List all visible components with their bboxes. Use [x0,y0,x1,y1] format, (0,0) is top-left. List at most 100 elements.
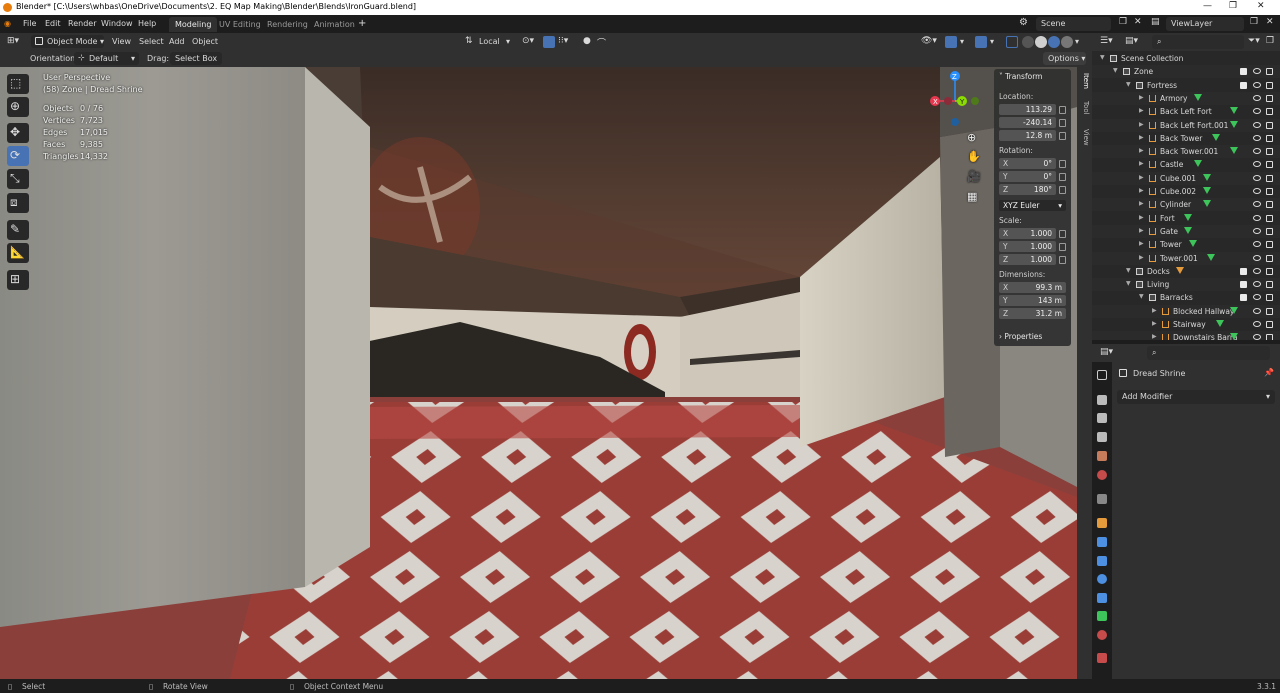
select-box-tool[interactable]: ⬚ [7,74,29,94]
delete-scene-icon[interactable]: ✕ [1134,17,1142,27]
pivot-dropdown[interactable]: Local [479,37,500,46]
add-modifier-dropdown[interactable]: Add Modifier ▾ [1117,390,1275,404]
exclude-checkbox[interactable] [1240,294,1247,302]
viewlayer-selector[interactable]: ViewLayer [1166,17,1244,31]
eye-icon[interactable] [1253,201,1261,208]
menu-select[interactable]: Select [139,37,164,46]
render-properties-icon[interactable] [1097,395,1107,405]
editor-type-icon[interactable]: ⊞▾ [7,36,19,46]
scene-properties-icon[interactable] [1097,451,1107,461]
filter-icon[interactable]: ⏷▾ [1248,36,1260,46]
lock-icon[interactable] [1059,132,1066,140]
eye-icon[interactable] [1253,214,1261,221]
expand-arrow-icon[interactable]: ▼ [1126,280,1131,287]
render-camera-icon[interactable] [1266,227,1273,235]
location-z-field[interactable]: 12.8 m [999,130,1056,141]
scale-x-field[interactable]: X 1.000 [999,228,1056,239]
object-properties-icon[interactable] [1097,518,1107,528]
menu-file[interactable]: File [23,19,36,28]
properties-search-input[interactable]: ⌕ [1147,346,1270,360]
pivot-point-icon[interactable]: ⊙▾ [522,36,534,46]
lock-icon[interactable] [1059,230,1066,238]
measure-tool[interactable]: 📐 [7,243,29,263]
chevron-down-icon[interactable]: ▾ [990,37,994,46]
outliner-row[interactable]: ▶ Back Left Fort [1092,105,1280,118]
snap-target-icon[interactable]: ⁝⁝▾ [558,36,568,46]
outliner-row[interactable]: ▼ Scene Collection [1092,52,1280,65]
expand-arrow-icon[interactable]: ▼ [1126,267,1131,274]
outliner-row[interactable]: ▶ Tower.001 [1092,251,1280,265]
tool-properties-icon[interactable] [1097,370,1107,380]
rendered-shading-icon[interactable] [1061,36,1073,48]
expand-arrow-icon[interactable]: ▶ [1139,107,1144,114]
orientation-dropdown[interactable]: ⊹ Default ▾ [74,52,139,65]
tab-view[interactable]: View [1079,129,1090,146]
outliner-search-input[interactable]: ⌕ [1152,35,1244,49]
expand-arrow-icon[interactable]: ▶ [1139,94,1144,101]
lock-icon[interactable] [1059,119,1066,127]
add-cube-tool[interactable]: ⊞ [7,270,29,290]
render-camera-icon[interactable] [1266,94,1273,102]
camera-icon[interactable]: 🎥 [967,170,981,183]
chevron-down-icon[interactable]: ▾ [1075,37,1079,46]
eye-icon[interactable] [1253,281,1261,288]
constraints-properties-icon[interactable] [1097,593,1107,603]
output-properties-icon[interactable] [1097,413,1107,423]
rotation-mode-dropdown[interactable]: XYZ Euler ▾ [999,200,1066,211]
modifier-properties-icon[interactable] [1097,537,1107,547]
outliner-row[interactable]: ▶ Fort [1092,212,1280,225]
rotation-x-field[interactable]: X 0° [999,158,1056,169]
menu-window[interactable]: Window [101,19,133,28]
workspace-tab-modeling[interactable]: Modeling [169,17,218,32]
eye-icon[interactable] [1253,254,1261,261]
lock-icon[interactable] [1059,243,1066,251]
expand-arrow-icon[interactable]: ▶ [1139,187,1144,194]
expand-arrow-icon[interactable]: ▶ [1152,320,1157,327]
outliner-row[interactable]: ▶ Cube.002 [1092,185,1280,198]
material-preview-shading-icon[interactable] [1048,36,1060,48]
data-properties-icon[interactable] [1097,611,1107,621]
visibility-icon[interactable]: 👁▾ [921,36,937,46]
menu-render[interactable]: Render [68,19,96,28]
render-camera-icon[interactable] [1266,121,1273,129]
menu-help[interactable]: Help [138,19,156,28]
outliner-row[interactable]: ▶ Cylinder [1092,198,1280,212]
solid-shading-icon[interactable] [1035,36,1047,48]
pin-icon[interactable]: 📌 [1264,368,1274,377]
outliner-row[interactable]: ▼ Docks [1092,265,1280,278]
expand-arrow-icon[interactable]: ▶ [1139,134,1144,141]
location-x-field[interactable]: 113.29 [999,104,1056,115]
outliner-row[interactable]: ▶ Downstairs Barra [1092,331,1280,340]
scale-tool[interactable]: ⤡ [7,169,29,189]
expand-arrow-icon[interactable]: ▶ [1139,160,1144,167]
outliner-row[interactable]: ▶ Gate [1092,224,1280,238]
exclude-checkbox[interactable] [1240,81,1247,89]
tab-tool[interactable]: Tool [1079,101,1090,115]
zoom-icon[interactable]: ⊕ [967,131,976,144]
outliner-row[interactable]: ▼ Barracks [1092,291,1280,304]
eye-icon[interactable] [1253,334,1261,340]
proportional-edit-icon[interactable]: ● [583,36,591,46]
rotation-y-field[interactable]: Y 0° [999,171,1056,182]
move-tool[interactable]: ✥ [7,123,29,143]
render-camera-icon[interactable] [1266,334,1273,340]
outliner-row[interactable]: ▶ Back Tower.001 [1092,145,1280,159]
eye-icon[interactable] [1253,174,1261,181]
close-button[interactable]: ✕ [1257,1,1265,11]
chevron-down-icon[interactable]: ▾ [960,37,964,46]
expand-arrow-icon[interactable]: ▶ [1139,214,1144,221]
outliner-row[interactable]: ▶ Back Tower [1092,132,1280,145]
minimize-button[interactable]: — [1203,1,1212,11]
new-collection-icon[interactable]: ❐ [1266,36,1274,46]
dimension-y-field[interactable]: Y 143 m [999,295,1066,306]
outliner-row[interactable]: ▶ Blocked Hallway [1092,304,1280,318]
workspace-tab-rendering[interactable]: Rendering [261,17,314,32]
render-camera-icon[interactable] [1266,161,1273,169]
world-properties-icon[interactable] [1097,470,1107,480]
expand-arrow-icon[interactable]: ▶ [1152,307,1157,314]
eye-icon[interactable] [1253,81,1261,88]
eye-icon[interactable] [1253,68,1261,75]
eye-icon[interactable] [1253,134,1261,141]
exclude-checkbox[interactable] [1240,281,1247,289]
collection-properties-icon[interactable] [1097,494,1107,504]
